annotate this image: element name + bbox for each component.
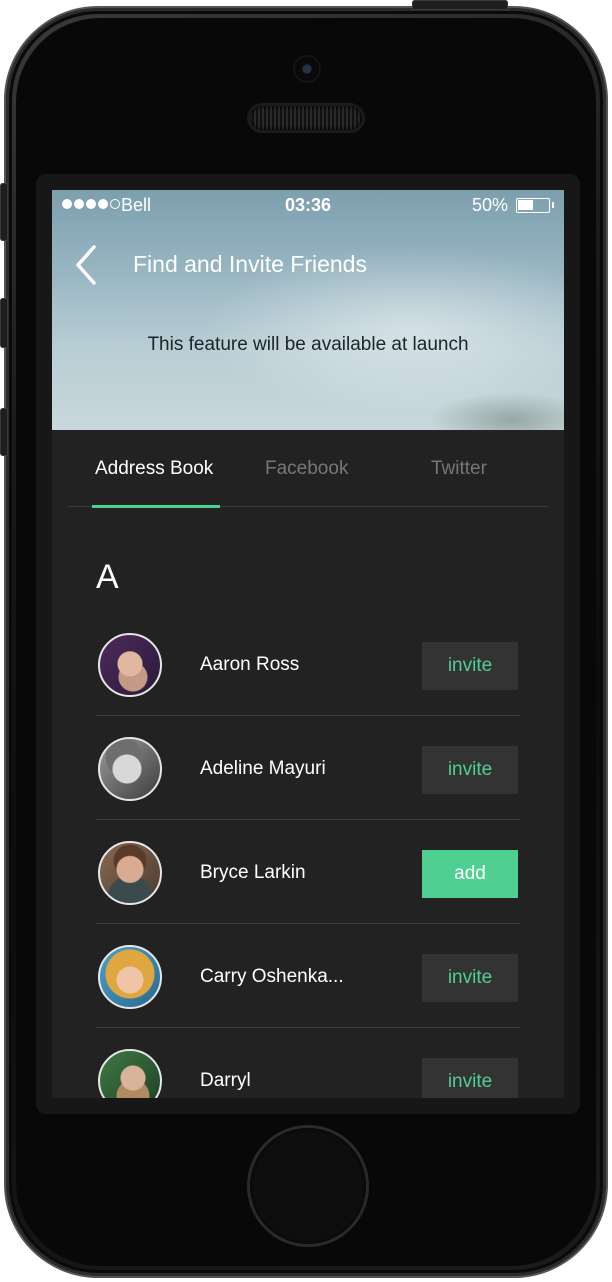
contact-row: Carry Oshenka... invite [96, 924, 520, 1028]
invite-button[interactable]: invite [422, 746, 518, 794]
volume-up-button [0, 298, 8, 348]
chevron-left-icon [76, 245, 96, 285]
volume-down-button [0, 408, 8, 456]
invite-button[interactable]: invite [422, 1058, 518, 1098]
status-bar: Bell 03:36 50% [52, 190, 564, 222]
earpiece-speaker [250, 106, 362, 130]
battery-icon [516, 198, 554, 213]
battery-fill [518, 200, 533, 210]
contact-row: Bryce Larkin add [96, 820, 520, 924]
avatar [98, 737, 162, 801]
home-button[interactable] [250, 1128, 366, 1244]
front-camera [295, 57, 319, 81]
avatar [98, 633, 162, 697]
invite-button[interactable]: invite [422, 642, 518, 690]
power-button [412, 0, 508, 10]
header-hero: Bell 03:36 50% Find and Invite Friends T… [52, 190, 564, 430]
contact-name: Adeline Mayuri [200, 758, 326, 779]
app-screen: Bell 03:36 50% Find and Invite Friends T… [52, 190, 564, 1098]
availability-notice: This feature will be available at launch [147, 334, 469, 355]
section-header-letter: A [96, 558, 119, 596]
contact-row: Adeline Mayuri invite [96, 716, 520, 820]
tab-twitter[interactable]: Twitter [431, 458, 487, 480]
back-button[interactable] [68, 242, 108, 288]
active-tab-indicator [92, 505, 220, 508]
mute-switch [0, 183, 8, 241]
contact-name: Darryl [200, 1070, 251, 1091]
contact-name: Aaron Ross [200, 654, 300, 675]
battery-percentage: 50% [471, 195, 508, 215]
avatar [98, 1049, 162, 1098]
tab-address-book[interactable]: Address Book [95, 458, 213, 480]
avatar [98, 945, 162, 1009]
source-tabs: Address Book Facebook Twitter [68, 430, 548, 508]
contact-row: Aaron Ross invite [96, 612, 520, 716]
tab-facebook[interactable]: Facebook [265, 458, 348, 480]
contact-row: Darryl invite [96, 1028, 520, 1098]
avatar [98, 841, 162, 905]
contact-name: Carry Oshenka... [200, 966, 344, 987]
add-button[interactable]: add [422, 850, 518, 898]
invite-button[interactable]: invite [422, 954, 518, 1002]
page-title: Find and Invite Friends [133, 251, 367, 277]
contact-name: Bryce Larkin [200, 862, 306, 883]
